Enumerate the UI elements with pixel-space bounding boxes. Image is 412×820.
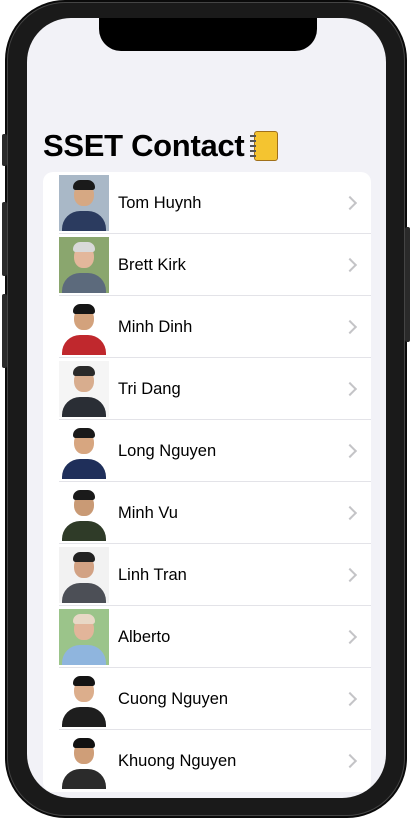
volume-down-button <box>2 294 7 368</box>
notebook-icon <box>250 131 279 161</box>
contact-row[interactable]: Minh Vu <box>43 482 371 544</box>
contact-name: Alberto <box>118 627 171 646</box>
page-title: SSET Contact <box>43 128 245 163</box>
contact-name: Long Nguyen <box>118 441 217 460</box>
chevron-right-icon <box>342 257 358 273</box>
contact-photo <box>59 423 109 479</box>
notch <box>99 18 317 51</box>
contact-row[interactable]: Cuong Nguyen <box>43 668 371 730</box>
contact-photo <box>59 361 109 417</box>
chevron-right-icon <box>342 443 358 459</box>
contact-name: Minh Dinh <box>118 317 193 336</box>
contact-photo <box>59 671 109 727</box>
contact-name: Tri Dang <box>118 379 181 398</box>
page-title-container: SSET Contact <box>43 126 279 166</box>
contact-row[interactable]: Tom Huynh <box>43 172 371 234</box>
contact-name: Cuong Nguyen <box>118 689 229 708</box>
contact-list: Tom Huynh Brett Kirk Minh Dinh Tri Dang Long… <box>43 172 371 792</box>
contact-photo <box>59 175 109 231</box>
contact-photo <box>59 547 109 603</box>
chevron-right-icon <box>342 567 358 583</box>
contact-row[interactable]: Brett Kirk <box>43 234 371 296</box>
chevron-right-icon <box>342 691 358 707</box>
contact-row[interactable]: Tri Dang <box>43 358 371 420</box>
chevron-right-icon <box>342 381 358 397</box>
contact-name: Tom Huynh <box>118 193 202 212</box>
contact-name: Brett Kirk <box>118 255 186 274</box>
contact-photo <box>59 485 109 541</box>
contact-photo <box>59 299 109 355</box>
contact-row[interactable]: Alberto <box>43 606 371 668</box>
contact-name: Minh Vu <box>118 503 178 522</box>
contact-photo <box>59 237 109 293</box>
contact-name: Khuong Nguyen <box>118 751 237 770</box>
chevron-right-icon <box>342 753 358 769</box>
contact-row[interactable]: Long Nguyen <box>43 420 371 482</box>
screen: SSET Contact Tom Huynh Brett Kirk Minh Din… <box>27 18 386 798</box>
contact-name: Linh Tran <box>118 565 187 584</box>
contact-photo <box>59 733 109 789</box>
silent-switch <box>2 134 7 166</box>
chevron-right-icon <box>342 195 358 211</box>
contact-row[interactable]: Linh Tran <box>43 544 371 606</box>
power-button <box>405 227 410 342</box>
chevron-right-icon <box>342 319 358 335</box>
volume-up-button <box>2 202 7 276</box>
contact-photo <box>59 609 109 665</box>
contact-row[interactable]: Minh Dinh <box>43 296 371 358</box>
contact-row[interactable]: Khuong Nguyen <box>43 730 371 792</box>
chevron-right-icon <box>342 629 358 645</box>
chevron-right-icon <box>342 505 358 521</box>
